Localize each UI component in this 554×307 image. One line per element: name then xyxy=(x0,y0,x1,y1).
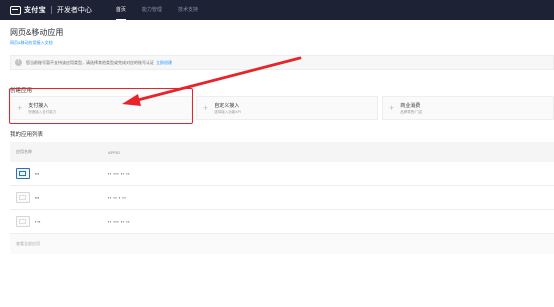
table-row[interactable]: ▪▪▪ ▪▪ ▪▪▪ ▪▪ ▪▪ xyxy=(10,162,554,186)
app-icon xyxy=(16,192,30,203)
column-header-appid: APPID xyxy=(108,149,121,155)
app-name[interactable]: ▪▪▪ xyxy=(35,171,39,176)
view-all-link[interactable]: 查看全部应用 xyxy=(16,241,40,247)
app-id: ▪▪ ▪▪▪ ▪▪ ▪▪ xyxy=(108,171,131,176)
app-icon xyxy=(16,168,30,179)
app-id: ▪▪ ▪▪▪ ▪▪ ▪▪ xyxy=(108,219,131,224)
table-row[interactable]: ▪▪▪ ▪▪ ▪▪ ▪ ▪▪ xyxy=(10,186,554,210)
app-table: 应用名称 APPID ▪▪▪ ▪▪ ▪▪▪ ▪▪ ▪▪ ▪▪▪ ▪▪ ▪▪ ▪ … xyxy=(10,142,554,254)
table-footer: 查看全部应用 xyxy=(10,234,554,254)
app-list-title: 我的应用列表 xyxy=(10,132,44,138)
app-name[interactable]: ▪ ▪▪ xyxy=(35,219,40,224)
table-header: 应用名称 APPID xyxy=(10,142,554,162)
app-id: ▪▪ ▪▪ ▪ ▪▪ xyxy=(108,195,127,200)
app-name[interactable]: ▪▪▪ xyxy=(35,195,39,200)
table-row[interactable]: ▪ ▪▪ ▪▪ ▪▪▪ ▪▪ ▪▪ xyxy=(10,210,554,234)
app-name-cell: ▪ ▪▪ xyxy=(10,216,108,227)
column-header-name: 应用名称 xyxy=(16,149,32,154)
app-name-cell: ▪▪▪ xyxy=(10,168,108,179)
app-name-cell: ▪▪▪ xyxy=(10,192,108,203)
app-icon xyxy=(16,216,30,227)
